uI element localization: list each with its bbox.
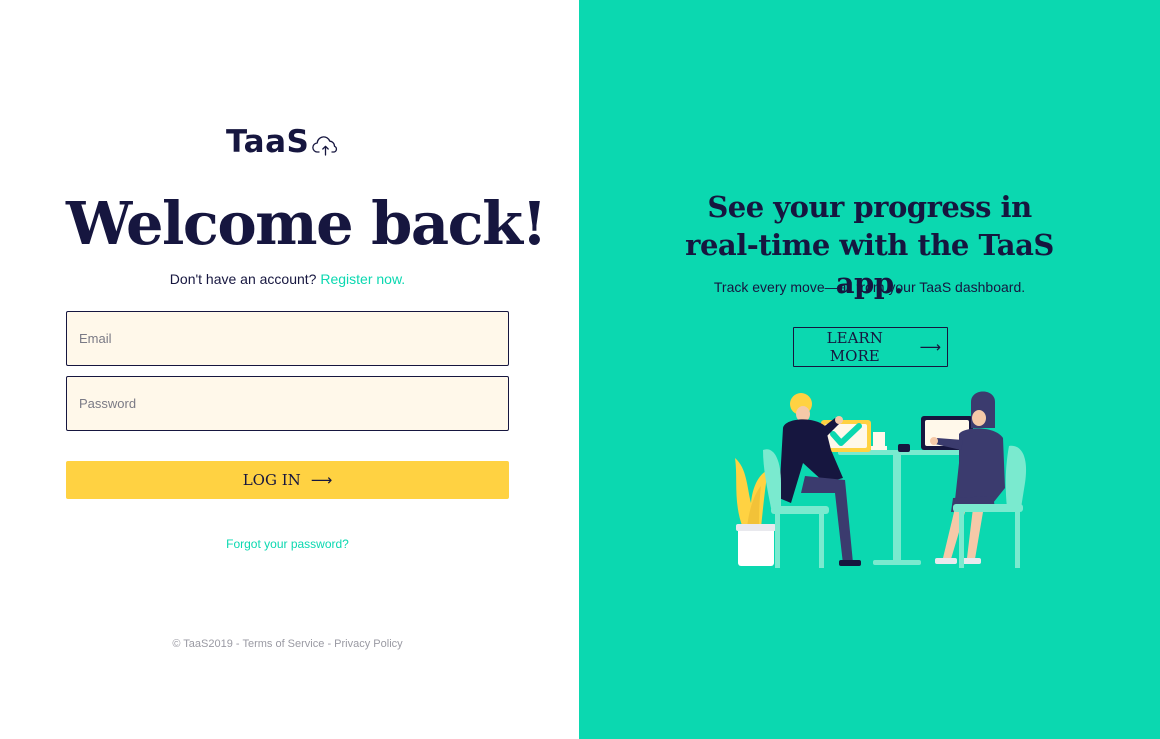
forgot-password-link[interactable]: Forgot your password?: [226, 537, 349, 551]
arrow-right-icon: ⟶: [310, 471, 333, 489]
learn-more-label: LEARN MORE: [826, 329, 883, 365]
forgot-password-row: Forgot your password?: [66, 534, 509, 554]
arrow-right-icon: ⟶: [919, 338, 941, 356]
learn-more-button[interactable]: LEARN MORE ⟶: [793, 327, 948, 367]
promo-subtitle: Track every move—all from your TaaS dash…: [713, 279, 1026, 295]
team-working-illustration: [735, 391, 1027, 568]
email-field[interactable]: [66, 311, 509, 366]
register-link[interactable]: Register now.: [320, 271, 405, 287]
brand-logo[interactable]: TaaS: [226, 124, 340, 160]
footer-separator: -: [235, 638, 240, 650]
footer-separator: -: [327, 638, 332, 650]
register-prompt-line: Don't have an account? Register now.: [66, 269, 509, 289]
promo-panel: See your progress in real-time with the …: [579, 0, 1160, 739]
login-button[interactable]: LOG IN ⟶: [66, 461, 509, 499]
cloud-upload-icon: [312, 136, 338, 156]
register-prompt-text: Don't have an account?: [169, 271, 317, 287]
terms-of-service-link[interactable]: Terms of Service: [242, 638, 324, 650]
footer: © TaaS2019 - Terms of Service - Privacy …: [66, 636, 509, 652]
login-panel: TaaS Welcome back! Don't have an account…: [0, 0, 579, 739]
copyright-text: © TaaS2019: [172, 638, 233, 650]
page-title: Welcome back!: [66, 189, 547, 258]
brand-name: TaaS: [226, 124, 310, 160]
privacy-policy-link[interactable]: Privacy Policy: [334, 638, 402, 650]
password-field[interactable]: [66, 376, 509, 431]
login-button-label: LOG IN: [242, 471, 301, 489]
login-page: TaaS Welcome back! Don't have an account…: [0, 0, 1160, 739]
